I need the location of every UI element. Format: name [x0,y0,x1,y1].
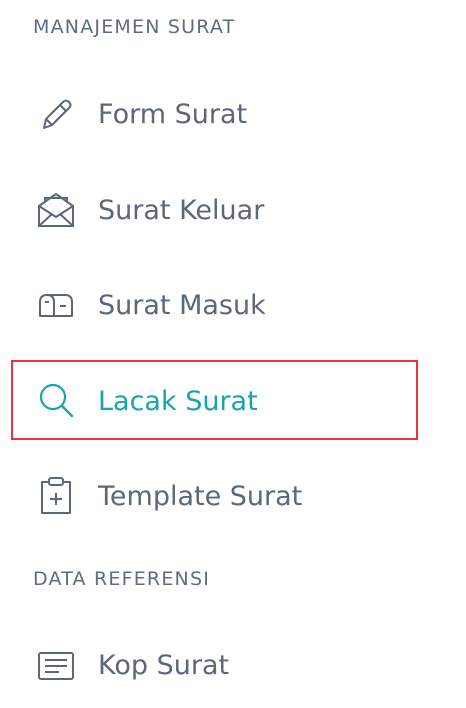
sidebar-item-label: Kop Surat [98,649,230,681]
highlight-box [11,360,418,440]
sidebar-item-surat-masuk[interactable]: Surat Masuk [0,275,466,335]
document-lines-icon [36,645,76,685]
pencil-icon [36,94,76,134]
sidebar-item-label: Surat Masuk [98,289,266,321]
section-title-manajemen-surat: MANAJEMEN SURAT [33,16,236,38]
sidebar-item-label: Form Surat [98,98,248,130]
sidebar: MANAJEMEN SURAT Form Surat Surat Keluar [0,0,466,708]
sidebar-item-surat-keluar[interactable]: Surat Keluar [0,180,466,240]
sidebar-item-label: Template Surat [98,480,303,512]
envelope-open-icon [36,190,76,230]
inbox-icon [36,285,76,325]
sidebar-item-label: Surat Keluar [98,194,265,226]
section-title-data-referensi: DATA REFERENSI [33,568,211,590]
sidebar-item-template-surat[interactable]: Template Surat [0,466,466,526]
sidebar-item-form-surat[interactable]: Form Surat [0,84,466,144]
clipboard-plus-icon [36,476,76,516]
sidebar-item-kop-surat[interactable]: Kop Surat [0,635,466,695]
